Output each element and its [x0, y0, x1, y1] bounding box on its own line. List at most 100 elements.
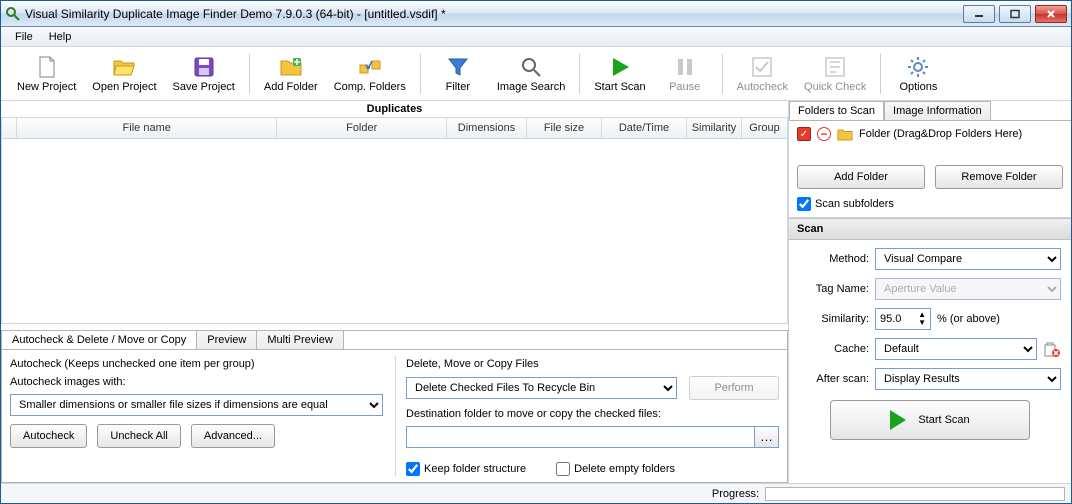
right-panel: Folders to Scan Image Information ✓ − Fo… — [789, 101, 1071, 483]
method-select[interactable]: Visual Compare — [875, 248, 1061, 270]
similarity-spinner[interactable]: 95.0▲▼ — [875, 308, 931, 330]
minimize-button[interactable] — [963, 5, 995, 23]
col-similarity[interactable]: Similarity — [687, 118, 742, 138]
tab-preview[interactable]: Preview — [197, 331, 257, 349]
after-scan-label: After scan: — [799, 373, 869, 385]
dest-label: Destination folder to move or copy the c… — [406, 408, 779, 420]
document-icon — [35, 55, 59, 79]
after-scan-select[interactable]: Display Results — [875, 368, 1061, 390]
autocheck-heading: Autocheck (Keeps unchecked one item per … — [10, 358, 383, 370]
similarity-suffix: % (or above) — [937, 313, 1000, 325]
cache-select[interactable]: Default — [875, 338, 1037, 360]
tab-autocheck[interactable]: Autocheck & Delete / Move or Copy — [2, 331, 197, 350]
col-check[interactable] — [2, 118, 17, 138]
toolbar-separator — [249, 54, 250, 94]
statusbar: Progress: — [1, 483, 1071, 503]
tb-pause: Pause — [654, 49, 716, 99]
save-icon — [192, 55, 216, 79]
keep-folder-checkbox[interactable]: Keep folder structure — [406, 462, 526, 476]
progress-bar — [765, 487, 1065, 501]
autocheck-icon — [750, 55, 774, 79]
autocheck-with-label: Autocheck images with: — [10, 376, 383, 388]
add-folder-button[interactable]: Add Folder — [797, 165, 925, 189]
uncheck-all-button[interactable]: Uncheck All — [97, 424, 180, 448]
tb-image-search[interactable]: Image Search — [489, 49, 573, 99]
toolbar-separator — [579, 54, 580, 94]
right-tabs: Folders to Scan Image Information — [789, 101, 1071, 121]
scan-subfolders-checkbox[interactable]: Scan subfolders — [797, 197, 1063, 211]
tag-select: Aperture Value — [875, 278, 1061, 300]
col-dimensions[interactable]: Dimensions — [447, 118, 527, 138]
quick-check-icon — [823, 55, 847, 79]
col-folder[interactable]: Folder — [277, 118, 447, 138]
exclude-icon[interactable]: − — [817, 127, 831, 141]
include-check-icon[interactable]: ✓ — [797, 127, 811, 141]
autocheck-button[interactable]: Autocheck — [10, 424, 87, 448]
close-button[interactable] — [1035, 5, 1067, 23]
scan-header: Scan — [789, 218, 1071, 240]
search-icon — [519, 55, 543, 79]
pause-icon — [673, 55, 697, 79]
dmc-action-select[interactable]: Delete Checked Files To Recycle Bin — [406, 377, 677, 399]
table-header: File name Folder Dimensions File size Da… — [1, 117, 788, 139]
progress-label: Progress: — [712, 488, 759, 500]
tag-label: Tag Name: — [799, 283, 869, 295]
tb-options[interactable]: Options — [887, 49, 949, 99]
lower-tabs: Autocheck & Delete / Move or Copy Previe… — [1, 330, 788, 349]
toolbar-separator — [880, 54, 881, 94]
tb-open-project[interactable]: Open Project — [84, 49, 164, 99]
clear-cache-icon[interactable] — [1043, 340, 1061, 358]
folder-icon — [837, 127, 853, 141]
left-panel: Duplicates File name Folder Dimensions F… — [1, 101, 789, 483]
remove-folder-button[interactable]: Remove Folder — [935, 165, 1063, 189]
toolbar: New Project Open Project Save Project Ad… — [1, 47, 1071, 101]
table-body[interactable] — [1, 139, 788, 324]
maximize-button[interactable] — [999, 5, 1031, 23]
tab-folders-to-scan[interactable]: Folders to Scan — [789, 101, 884, 120]
col-datetime[interactable]: Date/Time — [602, 118, 687, 138]
cache-label: Cache: — [799, 343, 869, 355]
col-filesize[interactable]: File size — [527, 118, 602, 138]
tb-filter[interactable]: Filter — [427, 49, 489, 99]
dest-input[interactable] — [406, 426, 755, 448]
col-filename[interactable]: File name — [17, 118, 277, 138]
funnel-icon — [446, 55, 470, 79]
autocheck-criterion-select[interactable]: Smaller dimensions or smaller file sizes… — [10, 394, 383, 416]
browse-button[interactable]: … — [755, 426, 779, 448]
tb-comp-folders[interactable]: Comp. Folders — [326, 49, 414, 99]
menu-file[interactable]: File — [7, 29, 41, 45]
window-title: Visual Similarity Duplicate Image Finder… — [25, 7, 963, 21]
menu-help[interactable]: Help — [41, 29, 80, 45]
tb-quick-check: Quick Check — [796, 49, 874, 99]
dmc-heading: Delete, Move or Copy Files — [406, 358, 779, 370]
col-group[interactable]: Group — [742, 118, 787, 138]
delete-empty-checkbox[interactable]: Delete empty folders — [556, 462, 675, 476]
window-controls — [963, 5, 1067, 23]
play-icon — [890, 410, 906, 430]
folder-open-icon — [112, 55, 136, 79]
similarity-label: Similarity: — [799, 313, 869, 325]
tab-multi-preview[interactable]: Multi Preview — [257, 331, 343, 349]
play-icon — [608, 55, 632, 79]
folder-hint: Folder (Drag&Drop Folders Here) — [859, 128, 1022, 140]
titlebar: Visual Similarity Duplicate Image Finder… — [1, 1, 1071, 27]
menubar: File Help — [1, 27, 1071, 47]
tb-autocheck: Autocheck — [729, 49, 796, 99]
method-label: Method: — [799, 253, 869, 265]
toolbar-separator — [420, 54, 421, 94]
tab-image-info[interactable]: Image Information — [884, 101, 991, 120]
folder-hint-row[interactable]: ✓ − Folder (Drag&Drop Folders Here) — [797, 127, 1063, 141]
advanced-button[interactable]: Advanced... — [191, 424, 275, 448]
compare-folders-icon — [358, 55, 382, 79]
duplicates-header: Duplicates — [1, 101, 788, 117]
start-scan-button[interactable]: Start Scan — [830, 400, 1030, 440]
tb-new-project[interactable]: New Project — [9, 49, 84, 99]
lower-panel: Autocheck (Keeps unchecked one item per … — [1, 349, 788, 483]
tb-start-scan[interactable]: Start Scan — [586, 49, 653, 99]
app-icon — [5, 6, 21, 22]
toolbar-separator — [722, 54, 723, 94]
tb-save-project[interactable]: Save Project — [165, 49, 243, 99]
folder-add-icon — [279, 55, 303, 79]
gear-icon — [906, 55, 930, 79]
tb-add-folder[interactable]: Add Folder — [256, 49, 326, 99]
